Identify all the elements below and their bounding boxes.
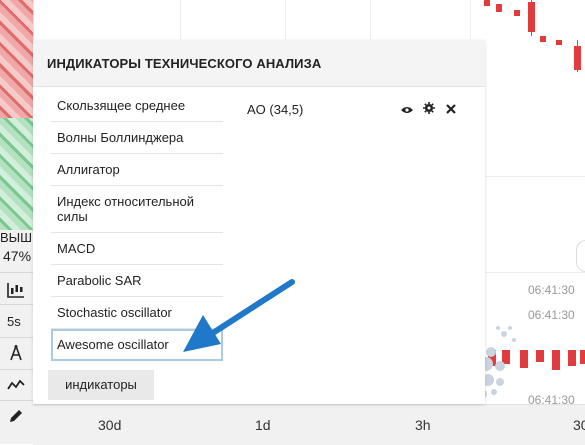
range-30[interactable]: 30 — [573, 417, 585, 433]
divider — [0, 304, 33, 305]
divider — [0, 400, 33, 401]
pencil-icon[interactable] — [4, 405, 28, 427]
panel-title: ИНДИКАТОРЫ ТЕХНИЧЕСКОГО АНАЛИЗА — [47, 56, 322, 71]
indicators-button[interactable]: индикаторы — [48, 370, 154, 400]
active-indicator-name: AO (34,5) — [247, 102, 304, 117]
indicator-moving-average[interactable]: Скользящее среднее — [51, 90, 223, 122]
indicator-awesome-oscillator[interactable]: Awesome oscillator — [51, 329, 223, 361]
time-label: 06:41:30 — [528, 283, 575, 297]
candle — [568, 350, 576, 366]
time-label: 06:41:30 — [528, 308, 575, 322]
candle — [536, 350, 544, 362]
range-3h[interactable]: 3h — [415, 417, 431, 433]
indicator-stochastic[interactable]: Stochastic oscillator — [51, 297, 223, 329]
active-indicators: AO (34,5) — [247, 102, 462, 117]
indicator-alligator[interactable]: Аллигатор — [51, 154, 223, 186]
candle — [496, 4, 502, 12]
compass-icon[interactable] — [4, 342, 28, 364]
sell-pattern — [0, 0, 33, 118]
candle — [580, 350, 585, 364]
eye-icon[interactable] — [396, 103, 418, 117]
candle — [556, 40, 562, 45]
divider — [0, 272, 33, 273]
active-indicator-row: AO (34,5) — [247, 102, 462, 117]
left-sidebar: ВЫШЕ 47% 5s — [0, 0, 41, 444]
range-30d[interactable]: 30d — [98, 417, 121, 433]
indicator-bollinger-bands[interactable]: Волны Боллинджера — [51, 122, 223, 154]
gear-icon[interactable] — [418, 102, 440, 117]
close-icon[interactable] — [440, 103, 462, 117]
candle — [574, 46, 581, 70]
candle — [540, 36, 546, 42]
divider — [0, 369, 33, 370]
interval-label[interactable]: 5s — [7, 314, 21, 329]
indicator-list: Скользящее среднее Волны Боллинджера Алл… — [51, 90, 223, 361]
indicators-panel: ИНДИКАТОРЫ ТЕХНИЧЕСКОГО АНАЛИЗА Скользящ… — [33, 40, 485, 404]
indicator-parabolic-sar[interactable]: Parabolic SAR — [51, 265, 223, 297]
wave-icon[interactable] — [4, 374, 28, 396]
chart-scroll-handle[interactable] — [576, 240, 585, 272]
candle — [552, 350, 560, 370]
payout-percent: 47% — [3, 248, 32, 264]
panel-header: ИНДИКАТОРЫ ТЕХНИЧЕСКОГО АНАЛИЗА — [33, 40, 485, 87]
time-range-bar: 30d 1d 3h 30 — [33, 404, 585, 445]
buy-pattern — [0, 118, 33, 230]
candle — [520, 350, 528, 368]
candle — [514, 10, 520, 16]
divider — [0, 337, 33, 338]
candle — [528, 2, 535, 32]
range-1d[interactable]: 1d — [255, 417, 271, 433]
candle — [484, 0, 490, 6]
indicator-rsi[interactable]: Индекс относительной силы — [51, 186, 223, 233]
candlestick-icon[interactable] — [4, 279, 28, 301]
indicator-macd[interactable]: MACD — [51, 233, 223, 265]
